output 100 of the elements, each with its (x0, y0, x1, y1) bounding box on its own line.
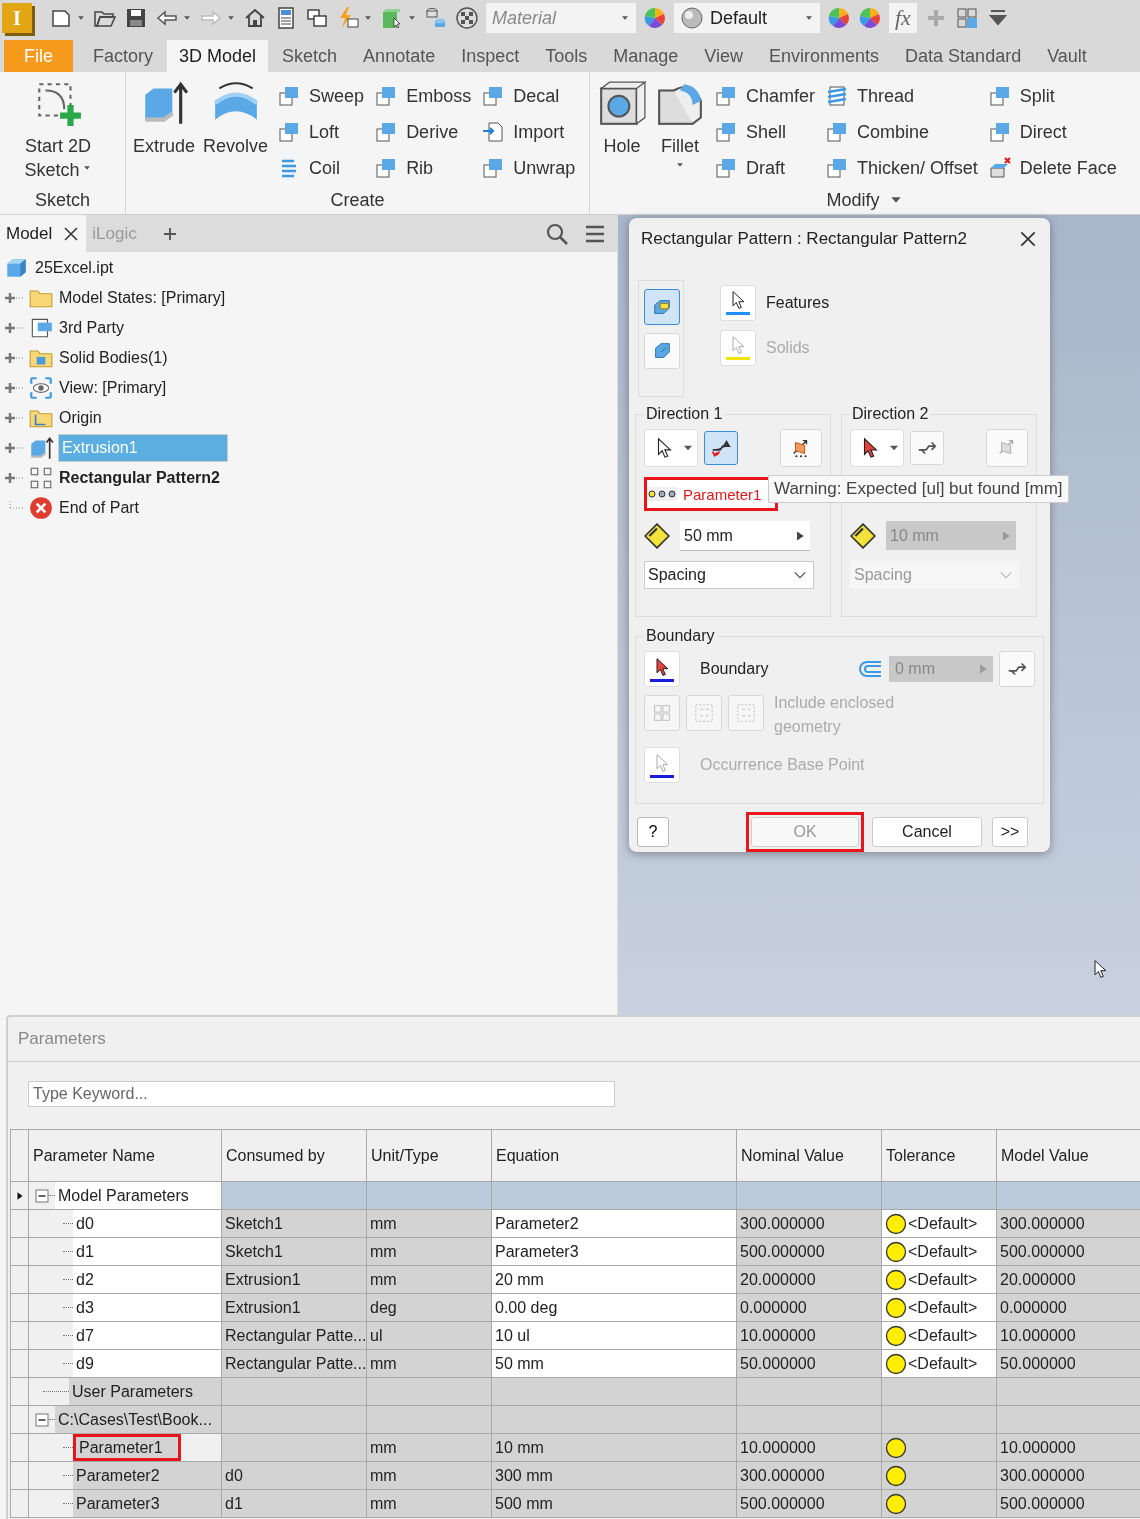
ribbon-tab[interactable]: View (692, 40, 755, 72)
column-header[interactable]: Tolerance (881, 1129, 997, 1182)
tree-item[interactable]: End of Part (58, 498, 141, 518)
expand-icon[interactable] (4, 351, 24, 365)
ribbon-button[interactable]: Delete Face (983, 150, 1121, 186)
direction-picker[interactable] (644, 429, 698, 467)
column-header[interactable]: Equation (491, 1129, 737, 1182)
parameter-name[interactable]: d1 (73, 1238, 221, 1265)
tree-item[interactable]: Origin (58, 408, 103, 428)
parameter-name[interactable]: d2 (73, 1266, 221, 1293)
column-header[interactable]: Parameter Name (28, 1129, 222, 1182)
home-icon[interactable] (243, 6, 267, 30)
search-icon[interactable] (545, 221, 569, 246)
count-input[interactable]: Parameter1 (683, 485, 767, 503)
collapse-toggle[interactable] (35, 1412, 49, 1427)
spacing-field[interactable]: 50 mm (680, 521, 810, 551)
tree-item[interactable]: 25Excel.ipt (34, 258, 115, 278)
ribbon-button[interactable]: Thread (821, 78, 982, 114)
arrow-right-icon[interactable] (794, 529, 806, 542)
tree-item[interactable]: View: [Primary] (58, 378, 168, 398)
ribbon-button[interactable]: Split (983, 78, 1121, 114)
color-wheel-icon[interactable] (858, 6, 882, 30)
method-dropdown[interactable]: Spacing (644, 561, 814, 589)
ribbon-button[interactable]: Extrude (130, 78, 199, 182)
select-button[interactable] (644, 747, 680, 783)
parameter-name[interactable]: Parameter3 (73, 1490, 221, 1517)
tree-item[interactable]: 3rd Party (58, 318, 125, 338)
ribbon-button[interactable]: Fillet (652, 78, 708, 182)
function-button[interactable]: fx (889, 3, 917, 33)
help-button[interactable]: ? (637, 817, 669, 847)
column-header[interactable]: Consumed by (221, 1129, 367, 1182)
group-name[interactable]: Model Parameters (55, 1182, 221, 1209)
ribbon-button[interactable]: Direct (983, 114, 1121, 150)
ribbon-button[interactable]: Import (477, 114, 580, 150)
appearance-dropdown[interactable]: Default (674, 3, 820, 33)
ribbon-button[interactable]: Derive (370, 114, 476, 150)
column-header[interactable]: Model Value (996, 1129, 1140, 1182)
ribbon-tab[interactable]: Data Standard (893, 40, 1034, 72)
ribbon-tab[interactable]: 3D Model (167, 40, 269, 72)
dialog-button[interactable]: >> (992, 817, 1028, 847)
database-icon[interactable] (424, 6, 448, 30)
expand-icon[interactable] (4, 411, 24, 425)
close-icon[interactable] (62, 224, 81, 243)
ribbon-button[interactable]: Revolve (200, 78, 272, 182)
ribbon-tab[interactable]: Factory (81, 40, 166, 72)
ribbon-button[interactable]: Thicken/ Offset (821, 150, 982, 186)
flip-button[interactable] (704, 431, 738, 465)
ribbon-tab[interactable]: Manage (601, 40, 691, 72)
group-name[interactable]: C:\Cases\Test\Book... (55, 1406, 221, 1433)
browser-tab[interactable]: Model (0, 215, 87, 252)
ribbon-tab[interactable]: Vault (1035, 40, 1099, 72)
tree-item[interactable]: Model States: [Primary] (58, 288, 227, 308)
ribbon-button[interactable]: Shell (710, 114, 820, 150)
tree-item[interactable]: Solid Bodies(1) (58, 348, 169, 368)
expand-icon[interactable] (4, 291, 24, 305)
parameter-name[interactable]: d7 (73, 1322, 221, 1349)
parameter-name[interactable]: d0 (73, 1210, 221, 1237)
ribbon-tab[interactable]: Environments (757, 40, 892, 72)
column-header[interactable]: Unit/Type (366, 1129, 492, 1182)
ribbon-button[interactable]: Chamfer (710, 78, 820, 114)
ribbon-tab[interactable]: Tools (533, 40, 600, 72)
ribbon-button[interactable]: Rib (370, 150, 476, 186)
color-wheel-icon[interactable] (643, 6, 667, 30)
ribbon-button[interactable]: Loft (273, 114, 369, 150)
ribbon-button[interactable]: Draft (710, 150, 820, 186)
dialog-button[interactable]: Cancel (872, 817, 982, 847)
ribbon-button[interactable]: Start 2D Sketch (4, 78, 112, 182)
collapse-toggle[interactable] (35, 1188, 49, 1203)
column-header[interactable]: Nominal Value (736, 1129, 882, 1182)
parameter-name[interactable]: d9 (73, 1350, 221, 1377)
ribbon-button[interactable]: Hole (594, 78, 650, 182)
search-field[interactable]: Type Keyword... (28, 1081, 615, 1107)
ribbon-button[interactable]: Combine (821, 114, 982, 150)
midplane-button[interactable] (780, 429, 822, 467)
select-button[interactable] (644, 651, 680, 687)
ribbon-button[interactable]: Decal (477, 78, 580, 114)
ribbon-button[interactable]: Sweep (273, 78, 369, 114)
extrude-icon (28, 435, 54, 461)
expand-icon[interactable] (4, 441, 24, 455)
tree-item[interactable]: Rectangular Pattern2 (58, 468, 221, 488)
ribbon-button[interactable]: Emboss (370, 78, 476, 114)
save-icon[interactable] (124, 6, 148, 30)
ribbon-tab[interactable]: Sketch (270, 40, 350, 72)
expand-icon[interactable] (4, 471, 24, 485)
ribbon-tab[interactable]: Annotate (351, 40, 448, 72)
checkered-sphere-icon[interactable] (455, 6, 479, 30)
mode-button[interactable] (644, 288, 680, 325)
expand-icon[interactable] (4, 321, 24, 335)
ribbon-button[interactable]: Unwrap (477, 150, 580, 186)
color-wheel-icon[interactable] (827, 6, 851, 30)
group-name[interactable]: User Parameters (69, 1378, 221, 1405)
ribbon-button[interactable]: Coil (273, 150, 369, 186)
windows-icon[interactable] (305, 6, 329, 30)
ribbon-tab[interactable]: Inspect (449, 40, 532, 72)
parameter-name[interactable]: Parameter2 (73, 1462, 221, 1489)
parameter-name[interactable]: d3 (73, 1294, 221, 1321)
expand-icon[interactable] (4, 381, 24, 395)
select-button[interactable] (720, 284, 756, 321)
direction-picker[interactable] (850, 429, 904, 467)
parameter-name[interactable]: Parameter1 (73, 1434, 181, 1461)
